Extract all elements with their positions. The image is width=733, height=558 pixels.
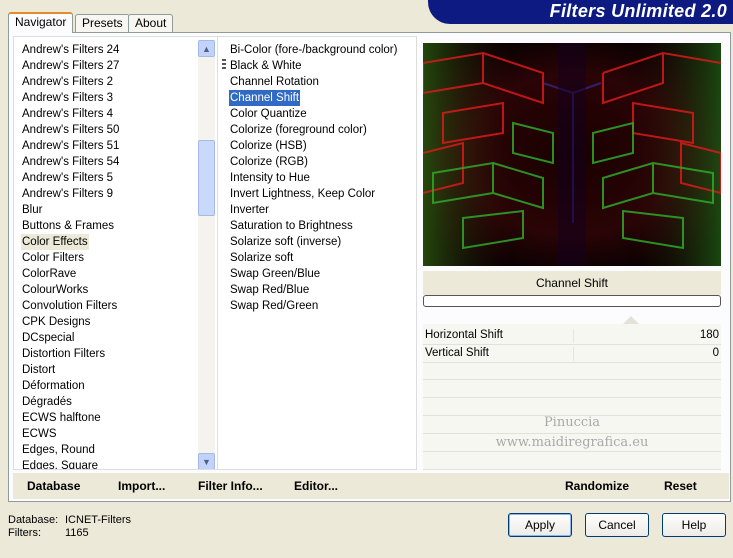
slider-value: 0	[712, 347, 719, 359]
filter-item[interactable]: Black & White	[229, 58, 303, 74]
slider-horizontal-shift[interactable]: Horizontal Shift 180	[423, 327, 721, 345]
banner-title: Filters Unlimited 2.0	[549, 1, 727, 21]
filter-item[interactable]: Channel Rotation	[229, 74, 320, 90]
chevron-down-icon: ▼	[202, 456, 211, 467]
tab-about[interactable]: About	[128, 14, 174, 32]
watermark: Pinuccia www.maidiregrafica.eu	[423, 413, 721, 453]
category-item[interactable]: ECWS	[21, 426, 58, 442]
category-item[interactable]: Déformation	[21, 378, 86, 394]
category-item[interactable]: Edges, Round	[21, 442, 96, 458]
filters-count-value: 1165	[65, 527, 89, 539]
help-button[interactable]: Help	[662, 513, 726, 537]
category-list[interactable]: ▲ ▼ Andrew's Filters 24 Andrew's Filters …	[13, 36, 218, 470]
scroll-thumb[interactable]	[198, 140, 215, 216]
filter-name-bar: Channel Shift	[423, 271, 721, 295]
category-scrollbar[interactable]: ▲ ▼	[198, 40, 215, 469]
slider-label: Horizontal Shift	[425, 329, 503, 341]
filter-item[interactable]: Invert Lightness, Keep Color	[229, 186, 376, 202]
scroll-down-button[interactable]: ▼	[198, 453, 215, 469]
category-item[interactable]: Andrew's Filters 5	[21, 170, 114, 186]
category-item[interactable]: ColorRave	[21, 266, 77, 282]
action-bar: Database Import... Filter Info... Editor…	[13, 473, 729, 499]
category-item[interactable]: ECWS halftone	[21, 410, 102, 426]
tab-navigator[interactable]: Navigator	[8, 12, 74, 33]
watermark-name: Pinuccia	[543, 415, 601, 430]
empty-slider-row	[423, 382, 721, 398]
category-item[interactable]: Andrew's Filters 3	[21, 90, 114, 106]
category-item[interactable]: Buttons & Frames	[21, 218, 115, 234]
progress-bar	[423, 295, 721, 307]
filter-item[interactable]: Swap Green/Blue	[229, 266, 321, 282]
category-item[interactable]: Edges, Square	[21, 458, 99, 469]
filter-item[interactable]: Colorize (HSB)	[229, 138, 308, 154]
category-item[interactable]: Andrew's Filters 51	[21, 138, 120, 154]
navigator-panel: ▲ ▼ Andrew's Filters 24 Andrew's Filters …	[8, 32, 731, 502]
filter-item[interactable]: Saturation to Brightness	[229, 218, 354, 234]
drag-grip-icon	[222, 59, 226, 69]
filter-item[interactable]: Colorize (RGB)	[229, 154, 309, 170]
chevron-up-icon: ▲	[202, 43, 211, 54]
filter-list[interactable]: Bi-Color (fore-/background color) Black &…	[217, 36, 417, 470]
apply-button[interactable]: Apply	[508, 513, 572, 537]
filter-item[interactable]: Swap Red/Blue	[229, 282, 310, 298]
category-item[interactable]: Andrew's Filters 4	[21, 106, 114, 122]
category-item[interactable]: Blur	[21, 202, 43, 218]
reset-button[interactable]: Reset	[664, 477, 697, 495]
filter-item[interactable]: Intensity to Hue	[229, 170, 311, 186]
filter-item[interactable]: Swap Red/Green	[229, 298, 319, 314]
category-item[interactable]: ColourWorks	[21, 282, 89, 298]
title-banner: Filters Unlimited 2.0	[428, 0, 733, 24]
empty-slider-row	[423, 454, 721, 470]
category-item[interactable]: Andrew's Filters 27	[21, 58, 120, 74]
watermark-url: www.maidiregrafica.eu	[495, 435, 649, 450]
empty-slider-row	[423, 364, 721, 380]
editor-button[interactable]: Editor...	[294, 477, 338, 495]
slider-pointer-icon	[623, 316, 639, 324]
filter-item[interactable]: Solarize soft	[229, 250, 294, 266]
database-label: Database:	[8, 514, 59, 526]
category-item[interactable]: DCspecial	[21, 330, 75, 346]
category-item[interactable]: Andrew's Filters 2	[21, 74, 114, 90]
category-item[interactable]: Color Filters	[21, 250, 85, 266]
slider-vertical-shift[interactable]: Vertical Shift 0	[423, 345, 721, 363]
cancel-button[interactable]: Cancel	[585, 513, 649, 537]
category-item[interactable]: Color Effects	[21, 234, 89, 250]
preview-image	[423, 43, 721, 266]
slider-track	[573, 347, 574, 361]
slider-track	[573, 329, 574, 343]
filter-item[interactable]: Inverter	[229, 202, 270, 218]
database-button[interactable]: Database	[27, 477, 80, 495]
filter-item[interactable]: Bi-Color (fore-/background color)	[229, 42, 398, 58]
import-button[interactable]: Import...	[118, 477, 165, 495]
category-item[interactable]: Dégradés	[21, 394, 73, 410]
preview-artwork	[423, 43, 721, 266]
scroll-up-button[interactable]: ▲	[198, 40, 215, 57]
slider-label: Vertical Shift	[425, 347, 489, 359]
tab-presets[interactable]: Presets	[75, 14, 130, 32]
category-item[interactable]: Distortion Filters	[21, 346, 106, 362]
category-item[interactable]: CPK Designs	[21, 314, 91, 330]
category-item[interactable]: Andrew's Filters 50	[21, 122, 120, 138]
database-value: ICNET-Filters	[65, 514, 131, 526]
filter-item[interactable]: Channel Shift	[229, 90, 301, 106]
filters-count-label: Filters:	[8, 527, 41, 539]
category-item[interactable]: Convolution Filters	[21, 298, 118, 314]
filter-item[interactable]: Colorize (foreground color)	[229, 122, 368, 138]
category-item[interactable]: Andrew's Filters 54	[21, 154, 120, 170]
filter-info-button[interactable]: Filter Info...	[198, 477, 263, 495]
filter-item[interactable]: Color Quantize	[229, 106, 308, 122]
category-item[interactable]: Andrew's Filters 9	[21, 186, 114, 202]
filter-item[interactable]: Solarize soft (inverse)	[229, 234, 342, 250]
category-item[interactable]: Distort	[21, 362, 56, 378]
slider-value: 180	[699, 329, 719, 341]
randomize-button[interactable]: Randomize	[565, 477, 629, 495]
category-item[interactable]: Andrew's Filters 24	[21, 42, 120, 58]
